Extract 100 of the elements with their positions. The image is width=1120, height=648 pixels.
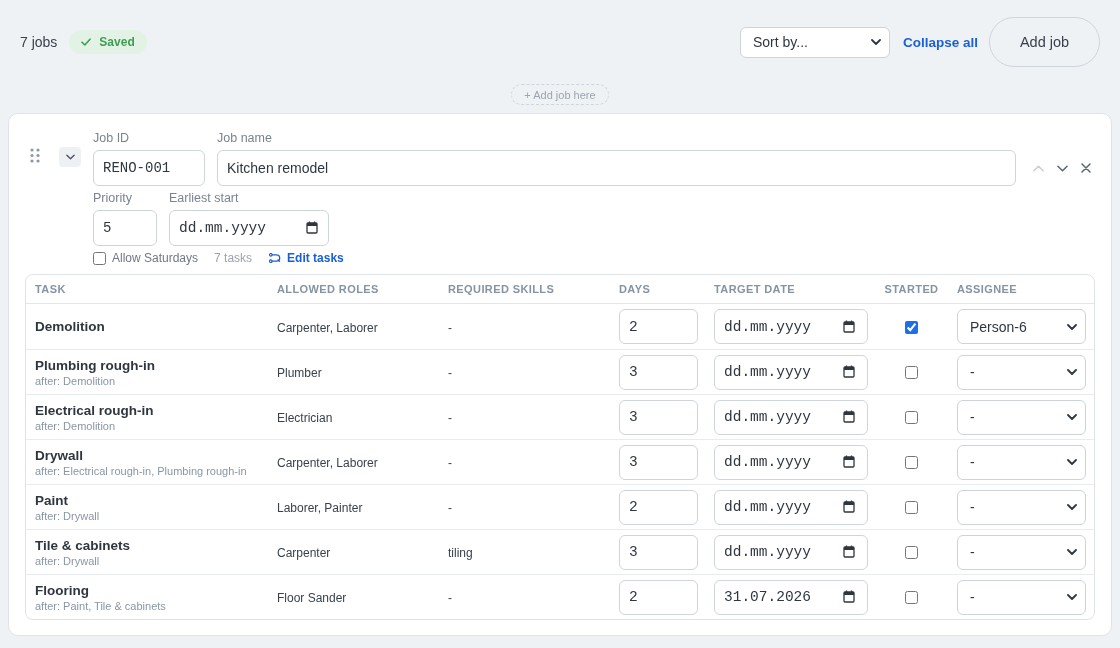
status-label: Saved — [99, 35, 135, 49]
chevron-down-icon — [1067, 414, 1077, 420]
close-icon — [1081, 163, 1091, 173]
calendar-icon[interactable] — [843, 590, 855, 603]
skills-text: - — [448, 456, 452, 470]
days-input[interactable]: 3 — [619, 354, 698, 390]
column-header: REQUIRED SKILLS — [448, 283, 555, 295]
field-label: Job ID — [93, 130, 131, 146]
date-input[interactable]: dd.mm.yyyy — [714, 489, 868, 525]
assignee-select[interactable]: - — [957, 444, 1086, 480]
priority-input[interactable]: 5 — [93, 210, 157, 246]
sort-select[interactable]: Sort by... — [739, 26, 890, 58]
column-header: STARTED — [884, 283, 939, 295]
started-checkbox[interactable] — [905, 320, 918, 334]
assignee-select[interactable]: - — [957, 579, 1086, 615]
task-name: Flooring — [35, 581, 89, 599]
days-input[interactable]: 3 — [619, 444, 698, 480]
date-input[interactable]: dd.mm.yyyy — [714, 354, 868, 390]
task-name: Plumbing rough-in — [35, 356, 155, 374]
days-input[interactable]: 3 — [619, 399, 698, 435]
chevron-down-icon — [1067, 369, 1077, 375]
chevron-down-icon — [870, 39, 881, 45]
date-input[interactable]: dd.mm.yyyy — [714, 444, 868, 480]
task-count: 7 tasks — [214, 251, 253, 265]
assignee-select[interactable]: Person-6 — [957, 309, 1086, 344]
chevron-down-icon — [1056, 164, 1068, 172]
skills-text: - — [448, 591, 452, 605]
check-icon — [81, 38, 92, 46]
started-checkbox[interactable] — [905, 411, 918, 425]
column-header: TASK — [35, 283, 66, 295]
assignee-select[interactable]: - — [957, 489, 1086, 525]
chevron-down-icon — [1067, 504, 1077, 510]
task-name: Tile & cabinets — [35, 536, 131, 554]
calendar-icon[interactable] — [843, 365, 855, 378]
task-dependencies: after: Drywall — [35, 508, 100, 523]
roles-text: Carpenter, Laborer — [277, 456, 378, 470]
date-input[interactable]: dd.mm.yyyy — [714, 399, 868, 435]
started-checkbox[interactable] — [905, 456, 918, 470]
chevron-down-icon — [1067, 459, 1077, 465]
job-id-input[interactable]: RENO-001 — [93, 150, 205, 186]
started-checkbox[interactable] — [905, 591, 918, 605]
column-header: ALLOWED ROLES — [277, 283, 379, 295]
assignee-select[interactable]: - — [957, 399, 1086, 435]
chevron-up-icon — [1032, 164, 1044, 172]
task-dependencies: after: Electrical rough-in, Plumbing rough-in — [35, 463, 247, 478]
assignee-select[interactable]: - — [957, 534, 1086, 570]
task-dependencies: after: Demolition — [35, 418, 116, 433]
add-job-button[interactable]: Add job — [989, 17, 1100, 67]
collapse-toggle-button[interactable] — [59, 147, 81, 167]
skills-text: - — [448, 411, 452, 425]
started-checkbox[interactable] — [905, 546, 918, 560]
column-header: DAYS — [619, 283, 651, 295]
started-checkbox[interactable] — [905, 501, 918, 515]
days-input[interactable]: 2 — [619, 309, 698, 344]
roles-text: Floor Sander — [277, 591, 347, 605]
chevron-down-icon — [65, 154, 75, 160]
date-input[interactable]: 31.07.2026 — [714, 579, 868, 615]
calendar-icon[interactable] — [843, 500, 855, 513]
route-icon — [269, 253, 282, 263]
date-input[interactable]: dd.mm.yyyy — [169, 210, 329, 246]
remove-job-button[interactable] — [1079, 161, 1093, 175]
days-input[interactable]: 2 — [619, 579, 698, 615]
task-name: Demolition — [35, 318, 105, 335]
calendar-icon[interactable] — [843, 455, 855, 468]
skills-text: - — [448, 501, 452, 515]
roles-text: Carpenter, Laborer — [277, 320, 378, 335]
edit-tasks-link[interactable]: Edit tasks — [269, 251, 344, 265]
roles-text: Plumber — [277, 366, 322, 380]
chevron-down-icon — [1067, 323, 1077, 330]
skills-text: - — [448, 320, 452, 335]
assignee-select[interactable]: - — [957, 354, 1086, 390]
collapse-all-link[interactable]: Collapse all — [902, 34, 978, 50]
chevron-down-icon — [1067, 549, 1077, 555]
calendar-icon[interactable] — [306, 221, 318, 234]
task-name: Electrical rough-in — [35, 401, 154, 419]
column-header: ASSIGNEE — [957, 283, 1018, 295]
roles-text: Carpenter — [277, 546, 331, 560]
drag-handle-icon[interactable] — [30, 148, 40, 163]
field-label: Priority — [93, 190, 133, 206]
task-dependencies: after: Drywall — [35, 553, 100, 568]
skills-text: - — [448, 366, 452, 380]
roles-text: Laborer, Painter — [277, 501, 363, 515]
job-name-input[interactable]: Kitchen remodel — [217, 150, 1016, 186]
task-dependencies: after: Paint, Tile & cabinets — [35, 598, 166, 613]
skills-text: tiling — [448, 546, 473, 560]
calendar-icon[interactable] — [843, 545, 855, 558]
calendar-icon[interactable] — [843, 410, 855, 423]
days-input[interactable]: 2 — [619, 489, 698, 525]
task-name: Drywall — [35, 446, 84, 464]
chevron-down-icon — [1067, 594, 1077, 600]
allow-saturdays-label: Allow Saturdays — [112, 251, 199, 265]
date-input[interactable]: dd.mm.yyyy — [714, 309, 868, 344]
started-checkbox[interactable] — [905, 366, 918, 380]
days-input[interactable]: 3 — [619, 534, 698, 570]
calendar-icon[interactable] — [843, 319, 855, 333]
allow-saturdays-checkbox[interactable] — [93, 251, 106, 265]
job-count: 7 jobs — [20, 34, 58, 50]
roles-text: Electrician — [277, 411, 333, 425]
task-dependencies: after: Demolition — [35, 373, 116, 388]
date-input[interactable]: dd.mm.yyyy — [714, 534, 868, 570]
